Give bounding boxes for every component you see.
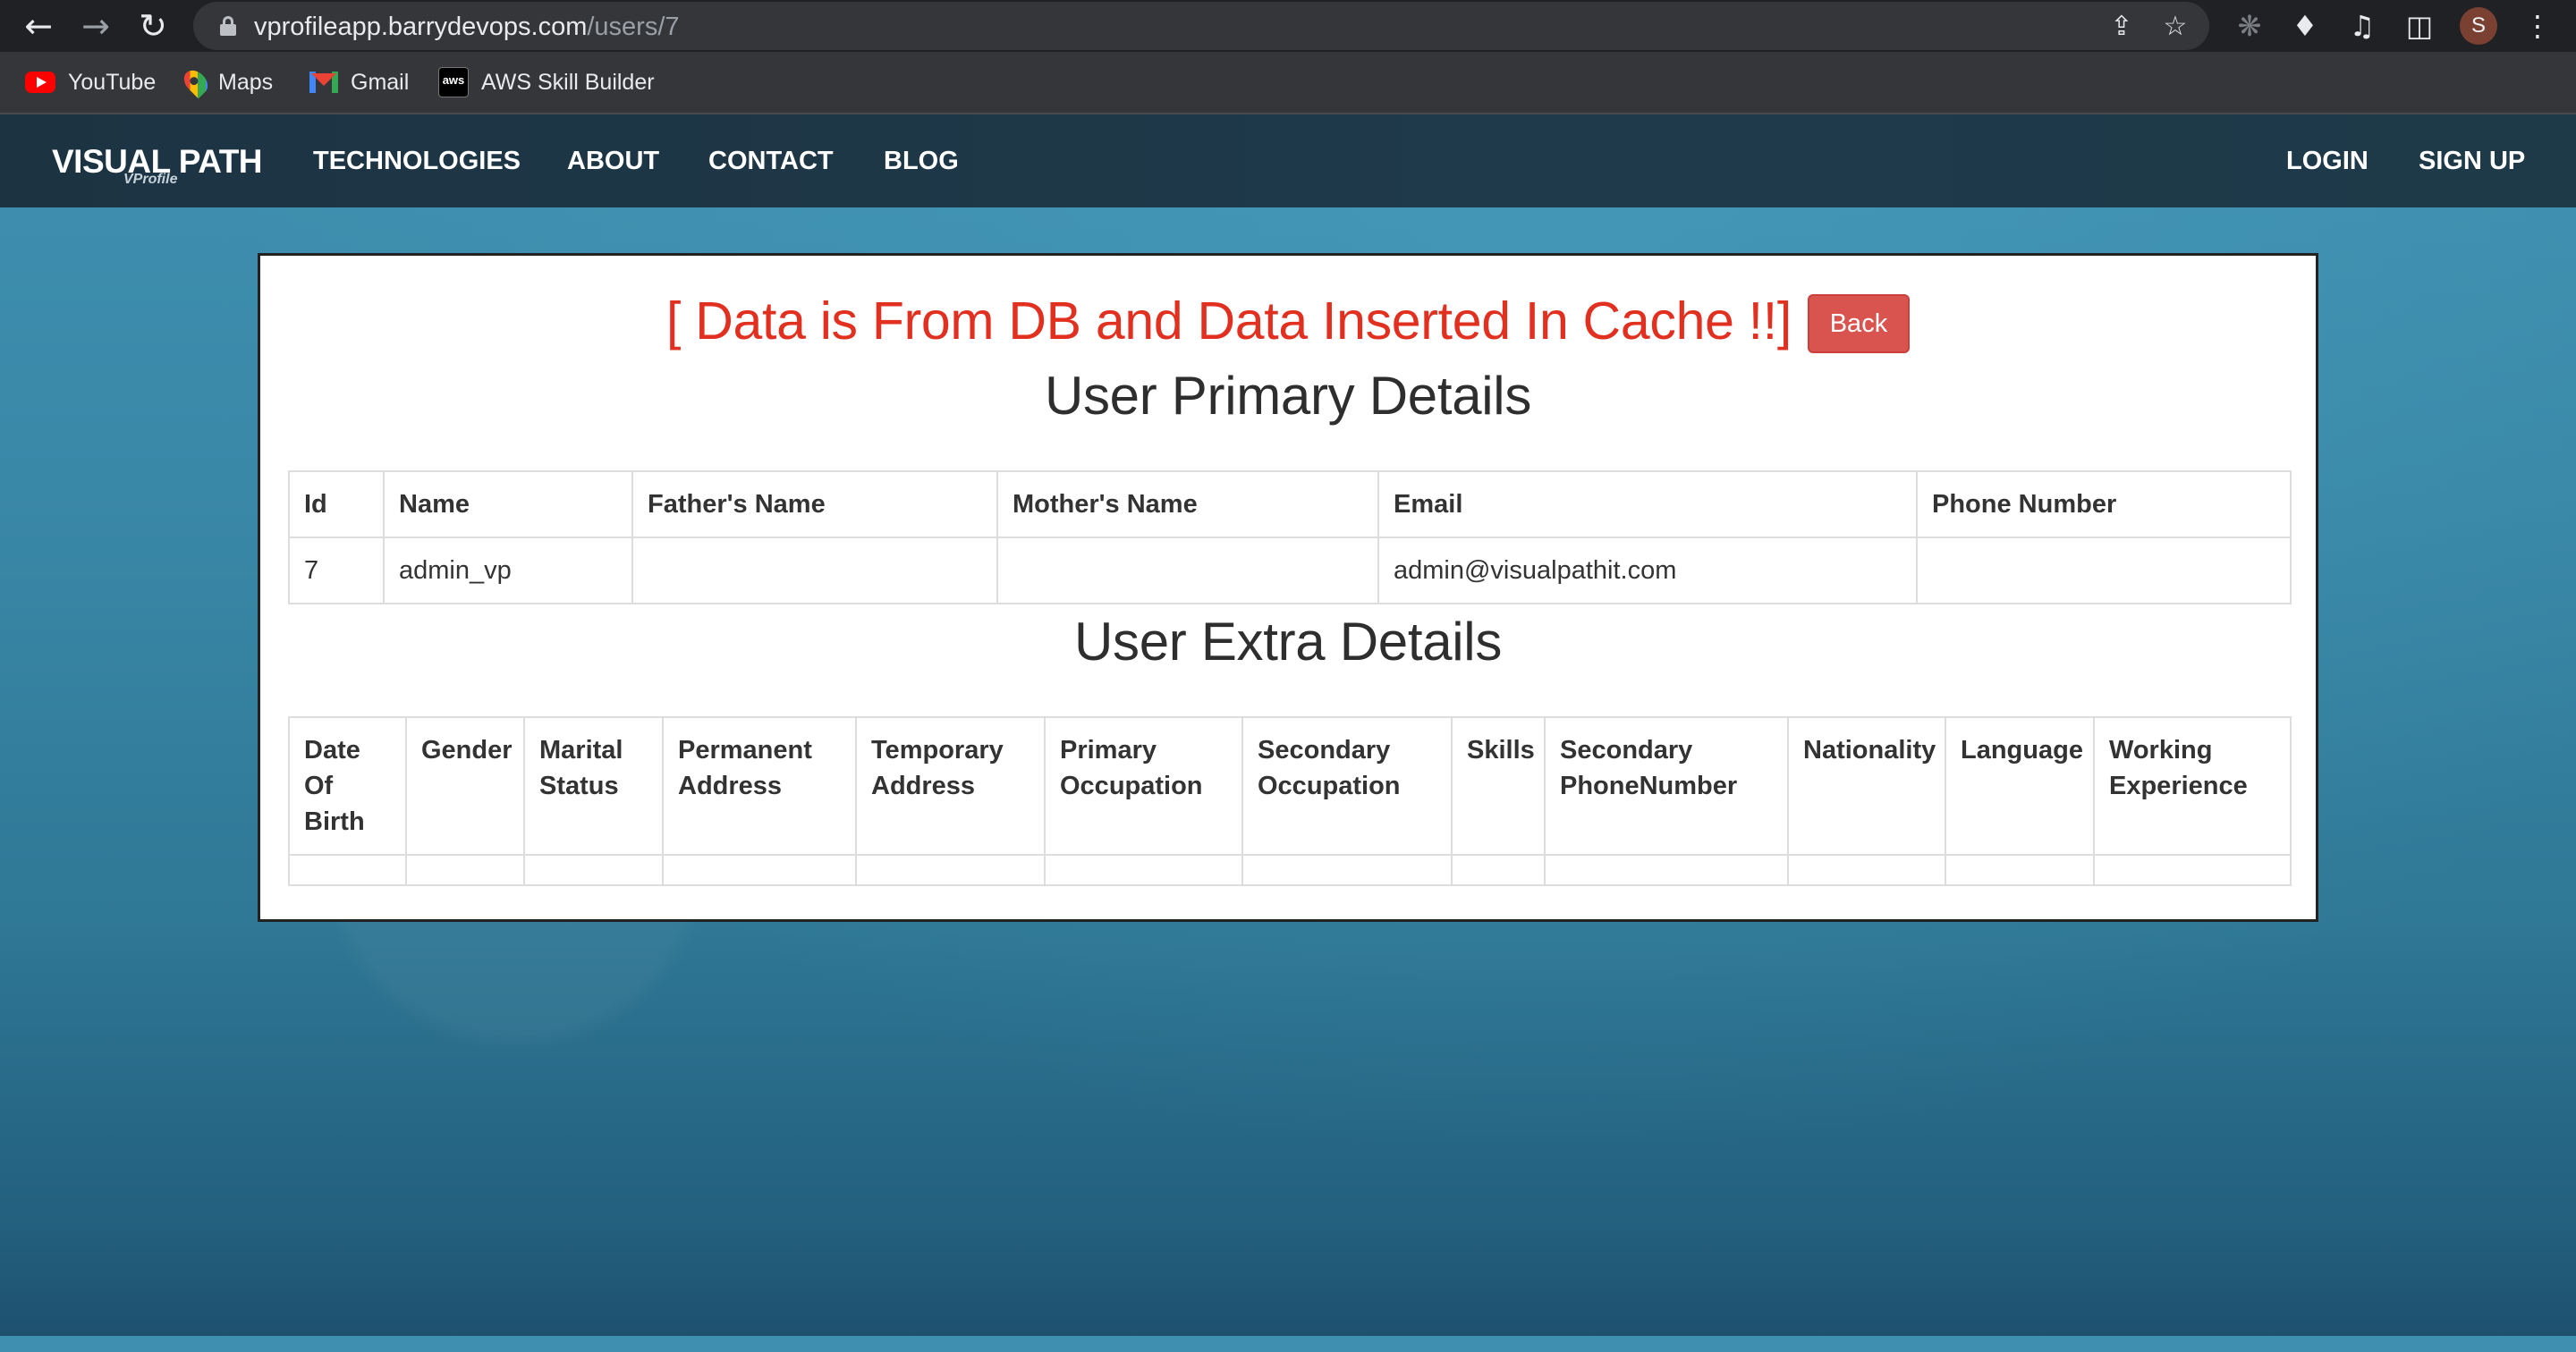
user-details-card: [ Data is From DB and Data Inserted In C… [258,253,2318,922]
media-control-icon[interactable]: ♫ [2343,7,2381,45]
bookmarks-bar: YouTube Maps Gmail aws AWS Skill Builder [0,52,2576,114]
column-header-working-experience: Working Experience [2093,716,2292,856]
profile-avatar[interactable]: S [2460,7,2497,45]
menu-kebab-icon[interactable]: ⋮ [2519,7,2556,45]
column-header-marital-status: Marital Status [523,716,664,856]
column-header: Name [383,470,633,538]
primary-details-table: Id Name Father's Name Mother's Name Emai… [288,470,2292,604]
page-bottom-edge [0,1336,2576,1352]
table-cell [662,854,857,886]
bookmark-label: YouTube [68,69,157,95]
column-header-secondary-occupation: Secondary Occupation [1241,716,1453,856]
bookmark-maps[interactable]: Maps [179,65,274,99]
lock-icon[interactable] [220,16,236,36]
table-cell [1451,854,1546,886]
table-cell [1945,854,2095,886]
youtube-icon [25,72,55,93]
maps-pin-icon [179,65,213,99]
nav-sign-up[interactable]: SIGN UP [2419,147,2525,176]
nav-about[interactable]: ABOUT [567,147,659,176]
column-header-permanent-address: Permanent Address [662,716,857,856]
web-page: VISUAL PATH VProfile TECHNOLOGIES ABOUT … [0,114,2576,1352]
forward-arrow-icon[interactable]: → [73,4,118,48]
column-header: Mother's Name [996,470,1379,538]
table-cell [1544,854,1789,886]
column-header: Id [288,470,385,538]
table-cell [405,854,525,886]
table-row [288,854,2292,886]
url-host: vprofileapp.barrydevops.com [254,13,588,41]
side-panel-icon[interactable]: ◫ [2401,7,2438,45]
gmail-icon [309,72,338,93]
cell-email: admin@visualpathit.com [1377,537,1918,604]
back-arrow-icon[interactable]: ← [16,4,61,48]
table-cell [523,854,664,886]
column-header: Father's Name [631,470,998,538]
column-header-primary-occupation: Primary Occupation [1044,716,1243,856]
column-header-skills: Skills [1451,716,1546,856]
table-cell [288,854,407,886]
table-row: 7 admin_vp admin@visualpathit.com [288,537,2292,604]
table-cell [2093,854,2292,886]
column-header-secondary-phone: Secondary PhoneNumber [1544,716,1789,856]
table-header-row: Date Of Birth Gender Marital Status Permane… [288,716,2292,856]
nav-contact[interactable]: CONTACT [708,147,834,176]
cell-name: admin_vp [383,537,633,604]
bookmark-label: Gmail [351,69,410,95]
url-text[interactable]: vprofileapp.barrydevops.com/users/7 [254,13,680,42]
cell-fathers-name [631,537,998,604]
column-header-temporary-address: Temporary Address [855,716,1046,856]
star-icon[interactable]: ☆ [2157,9,2193,45]
nav-login[interactable]: LOGIN [2286,147,2368,176]
column-header-language: Language [1945,716,2095,856]
table-cell [855,854,1046,886]
back-button[interactable]: Back [1807,294,1910,353]
reload-icon[interactable]: ↻ [131,4,175,48]
bookmark-label: AWS Skill Builder [481,69,655,95]
url-path: /users/7 [587,13,680,41]
table-cell [1241,854,1453,886]
bookmark-gmail[interactable]: Gmail [309,66,409,98]
address-bar[interactable]: vprofileapp.barrydevops.com/users/7 ⇪ ☆ [193,2,2209,50]
table-cell [1787,854,1946,886]
table-header-row: Id Name Father's Name Mother's Name Emai… [288,470,2292,538]
bookmark-youtube[interactable]: YouTube [25,66,156,98]
column-header-date-of-birth: Date Of Birth [288,716,407,856]
share-icon[interactable]: ⇪ [2104,9,2140,45]
column-header-gender: Gender [405,716,525,856]
puzzle-icon[interactable]: ♦ [2286,7,2324,45]
primary-details-title: User Primary Details [1044,366,1532,426]
aws-icon: aws [438,67,469,97]
browser-toolbar: ← → ↻ vprofileapp.barrydevops.com/users/… [0,0,2576,52]
bookmark-label: Maps [218,69,274,95]
column-header: Phone Number [1916,470,2292,538]
cell-phone-number [1916,537,2292,604]
cache-message: [ Data is From DB and Data Inserted In C… [666,292,1792,351]
nav-blog[interactable]: BLOG [884,147,959,176]
nav-technologies[interactable]: TECHNOLOGIES [313,147,521,176]
column-header: Email [1377,470,1918,538]
cache-message-row: [ Data is From DB and Data Inserted In C… [260,290,2316,353]
site-navbar: VISUAL PATH VProfile TECHNOLOGIES ABOUT … [0,114,2576,207]
brand-subtitle: VProfile [123,172,178,187]
extension-bug-icon[interactable]: ❋ [2231,7,2268,45]
bookmark-aws-skill-builder[interactable]: aws AWS Skill Builder [438,66,655,98]
extra-details-table: Date Of Birth Gender Marital Status Permane… [288,716,2292,886]
extra-details-title: User Extra Details [1073,612,1503,672]
column-header-nationality: Nationality [1787,716,1946,856]
cell-mothers-name [996,537,1379,604]
table-cell [1044,854,1243,886]
cell-id: 7 [288,537,385,604]
